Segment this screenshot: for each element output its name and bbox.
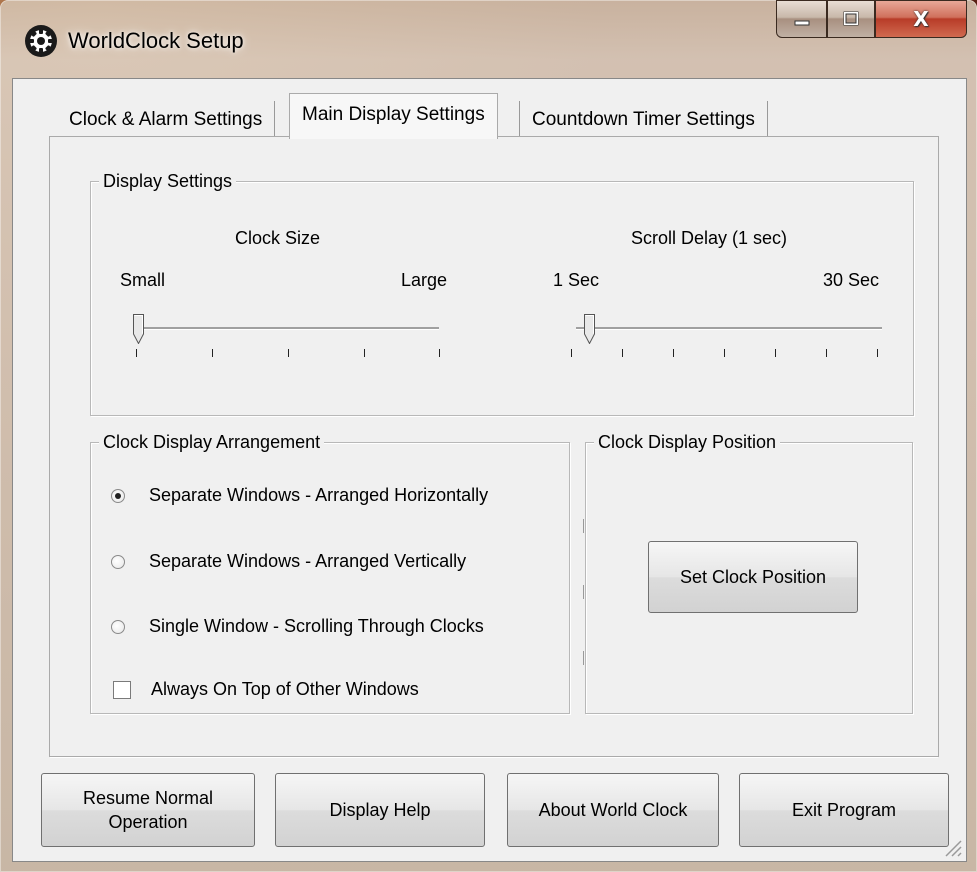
divider-mark bbox=[583, 585, 584, 599]
scroll-delay-max-label: 30 Sec bbox=[823, 270, 880, 290]
maximize-button[interactable] bbox=[827, 0, 875, 38]
button-label: About World Clock bbox=[538, 800, 688, 820]
worldclock-setup-window: WorldClock Setup X Clock & Alarm Setting… bbox=[0, 0, 977, 872]
display-help-button[interactable]: Display Help bbox=[275, 773, 485, 847]
slider-thumb[interactable] bbox=[133, 314, 144, 344]
group-title: Display Settings bbox=[99, 169, 237, 193]
clock-size-slider[interactable] bbox=[131, 307, 451, 367]
slider-tick bbox=[212, 349, 213, 357]
maximize-icon bbox=[843, 11, 859, 26]
slider-tick bbox=[136, 349, 137, 357]
button-label: Exit Program bbox=[791, 800, 897, 820]
checkbox[interactable] bbox=[113, 681, 131, 699]
clock-size-min-label: Small bbox=[120, 270, 166, 290]
resize-grip-icon[interactable] bbox=[942, 837, 962, 857]
tab-clock-alarm-settings[interactable]: Clock & Alarm Settings bbox=[57, 101, 276, 137]
slider-tick bbox=[622, 349, 623, 357]
button-label: Display Help bbox=[329, 800, 431, 820]
slider-thumb[interactable] bbox=[584, 314, 595, 344]
radio-label: Single Window - Scrolling Through Clocks bbox=[149, 616, 484, 636]
scroll-delay-min-label: 1 Sec bbox=[553, 270, 600, 290]
button-label-line2: Operation bbox=[108, 812, 188, 832]
close-button[interactable]: X bbox=[875, 0, 967, 38]
group-title: Clock Display Arrangement bbox=[99, 430, 325, 454]
tab-label: Countdown Timer Settings bbox=[532, 109, 755, 130]
radio-button[interactable] bbox=[111, 489, 125, 503]
radio-arranged-horizontally[interactable]: Separate Windows - Arranged Horizontally bbox=[109, 485, 559, 511]
about-world-clock-button[interactable]: About World Clock bbox=[507, 773, 719, 847]
tab-label: Main Display Settings bbox=[302, 104, 485, 125]
radio-label: Separate Windows - Arranged Horizontally bbox=[149, 485, 489, 505]
slider-tick bbox=[439, 349, 440, 357]
radio-button[interactable] bbox=[111, 555, 125, 569]
clock-size-max-label: Large bbox=[401, 270, 448, 290]
radio-arranged-vertically[interactable]: Separate Windows - Arranged Vertically bbox=[109, 551, 559, 577]
slider-tick bbox=[724, 349, 725, 357]
caption-buttons: X bbox=[776, 0, 976, 40]
slider-tick bbox=[826, 349, 827, 357]
divider-mark bbox=[583, 519, 584, 533]
radio-single-window-scrolling[interactable]: Single Window - Scrolling Through Clocks bbox=[109, 616, 559, 642]
clock-display-arrangement-group: Clock Display Arrangement Separate Windo… bbox=[90, 430, 570, 714]
button-label: Set Clock Position bbox=[679, 567, 827, 587]
slider-tick bbox=[877, 349, 878, 357]
set-clock-position-button[interactable]: Set Clock Position bbox=[648, 541, 858, 613]
slider-tick bbox=[288, 349, 289, 357]
clock-display-position-group: Clock Display Position Set Clock Positio… bbox=[585, 430, 913, 714]
tab-countdown-timer-settings[interactable]: Countdown Timer Settings bbox=[519, 101, 768, 137]
resume-normal-operation-button[interactable]: Resume Normal Operation bbox=[41, 773, 255, 847]
radio-button[interactable] bbox=[111, 620, 125, 634]
minimize-icon bbox=[794, 20, 809, 26]
slider-track bbox=[576, 327, 882, 330]
slider-tick bbox=[775, 349, 776, 357]
client-area: Clock & Alarm Settings Main Display Sett… bbox=[12, 78, 967, 862]
slider-tick bbox=[571, 349, 572, 357]
radio-label: Separate Windows - Arranged Vertically bbox=[149, 551, 467, 571]
button-label-line1: Resume Normal bbox=[82, 788, 214, 808]
display-settings-group: Display Settings Clock Size Small Large bbox=[90, 169, 914, 416]
tab-label: Clock & Alarm Settings bbox=[69, 109, 263, 130]
title-bar[interactable]: WorldClock Setup X bbox=[0, 0, 977, 78]
scroll-delay-label: Scroll Delay (1 sec) bbox=[631, 228, 788, 248]
scroll-delay-slider[interactable] bbox=[566, 307, 896, 367]
exit-program-button[interactable]: Exit Program bbox=[739, 773, 949, 847]
always-on-top-checkbox[interactable]: Always On Top of Other Windows bbox=[109, 679, 559, 705]
divider-mark bbox=[583, 651, 584, 665]
gear-clock-icon bbox=[25, 25, 57, 57]
minimize-button[interactable] bbox=[776, 0, 827, 38]
tab-panel-main-display: Display Settings Clock Size Small Large bbox=[49, 136, 939, 758]
slider-track bbox=[141, 327, 439, 330]
close-icon: X bbox=[913, 7, 929, 31]
tab-main-display-settings[interactable]: Main Display Settings bbox=[289, 93, 498, 139]
clock-size-label: Clock Size bbox=[235, 228, 321, 248]
group-title: Clock Display Position bbox=[594, 430, 781, 454]
checkbox-label: Always On Top of Other Windows bbox=[151, 679, 419, 699]
slider-tick bbox=[364, 349, 365, 357]
slider-tick bbox=[673, 349, 674, 357]
window-title: WorldClock Setup bbox=[68, 28, 244, 53]
